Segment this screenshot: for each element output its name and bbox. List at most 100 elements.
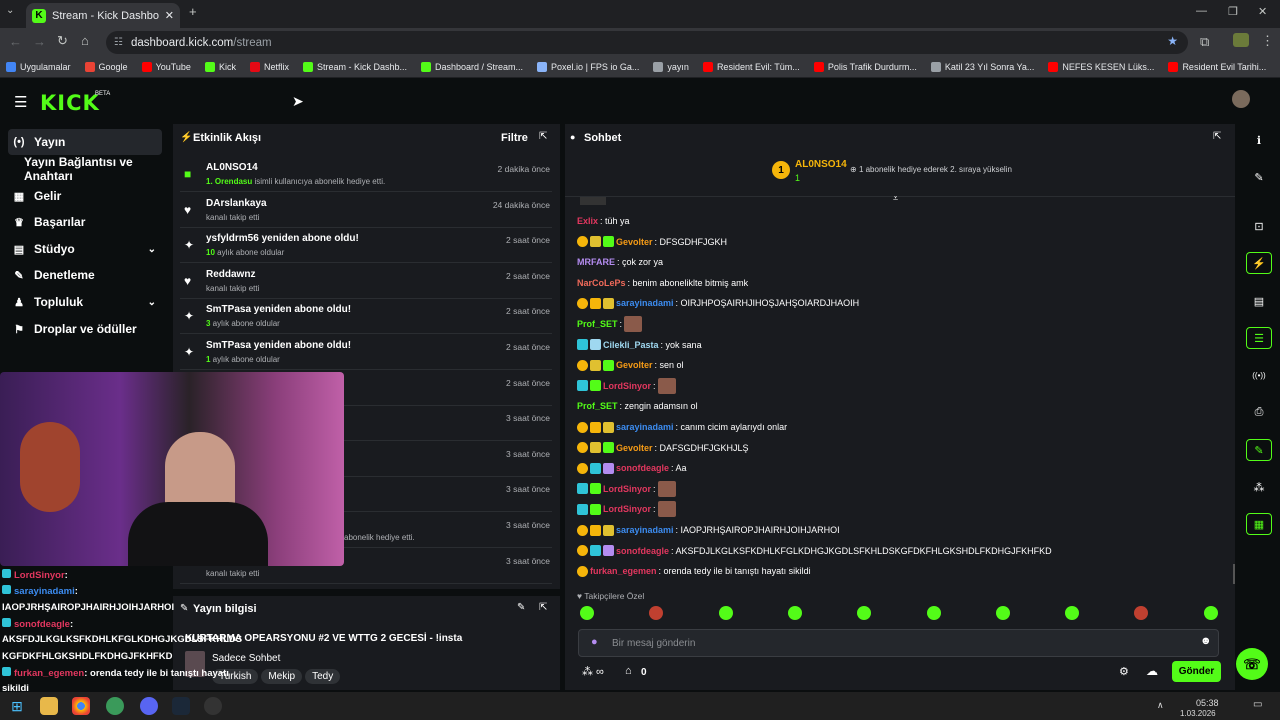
sidebar-item[interactable]: ▦ Gelir — [8, 183, 162, 209]
chat-username[interactable]: sarayinadami — [616, 525, 674, 535]
bookmark-item[interactable]: NEFES KESEN Lüks... — [1048, 61, 1154, 72]
chat-username[interactable]: Exlix — [577, 216, 598, 226]
bookmark-item[interactable]: Dashboard / Stream... — [421, 61, 523, 72]
chevron-down-icon[interactable]: ⌄ — [148, 244, 156, 255]
sidebar-item[interactable]: ♛ Başarılar — [8, 209, 162, 235]
chat-username[interactable]: sonofdeagle — [616, 463, 669, 473]
obs-icon[interactable] — [204, 697, 222, 715]
sidebar-item[interactable]: (•) Yayın — [8, 129, 162, 155]
bookmark-item[interactable]: Resident Evil Tarihi... — [1168, 61, 1266, 72]
forward-icon[interactable]: → — [33, 34, 46, 49]
windows-start-icon[interactable]: ⊞ — [8, 697, 26, 715]
emote-button[interactable] — [1203, 606, 1218, 620]
chat-username[interactable]: Cilekli_Pasta — [603, 340, 659, 350]
emote-button[interactable] — [580, 606, 594, 620]
bookmark-item[interactable]: Resident Evil: Tüm... — [702, 61, 800, 72]
emote-button[interactable] — [718, 606, 733, 620]
chrome-icon[interactable] — [72, 697, 90, 715]
new-tab-icon[interactable]: + — [189, 4, 197, 19]
bookmark-item[interactable]: Google — [84, 61, 128, 72]
bookmark-item[interactable]: Katil 23 Yıl Sonra Ya... — [930, 61, 1034, 72]
chat-icon[interactable]: ☰ — [1246, 327, 1272, 349]
close-tab-icon[interactable]: ✕ — [165, 9, 174, 22]
bookmark-item[interactable]: Polis Trafik Durdurm... — [813, 61, 917, 72]
chat-username[interactable]: NarCoLePs — [577, 278, 626, 288]
emoji-icon[interactable]: ☻ — [1200, 635, 1212, 647]
broadcast-icon[interactable]: ((•)) — [1246, 364, 1272, 386]
clapper-icon[interactable]: ▦ — [1246, 513, 1272, 535]
file-explorer-icon[interactable] — [40, 697, 58, 715]
gift-box-icon[interactable]: ⌂ — [625, 665, 632, 677]
tab-search-icon[interactable]: ⌄ — [6, 5, 14, 16]
document-icon[interactable]: ▤ — [1246, 290, 1272, 312]
edit-icon[interactable]: ✎ — [517, 602, 525, 613]
url-field[interactable]: ☷ dashboard.kick.com/stream ★ — [106, 31, 1188, 54]
restore-icon[interactable]: ❐ — [1228, 5, 1238, 18]
chat-username[interactable]: Prof_SET — [577, 319, 618, 329]
sidebar-item[interactable]: ✎ Denetleme — [8, 262, 162, 288]
support-chat-icon[interactable]: ☏ — [1236, 648, 1268, 680]
notification-icon[interactable]: ▭ — [1253, 699, 1262, 710]
extensions-icon[interactable]: ⧉ — [1200, 34, 1209, 50]
tray-chevron-icon[interactable]: ∧ — [1157, 700, 1164, 711]
printer-icon[interactable]: ⎙ — [1246, 401, 1272, 423]
pen-icon[interactable]: ✎ — [1246, 166, 1272, 188]
back-icon[interactable]: ← — [9, 34, 22, 49]
chat-scrollbar[interactable] — [1233, 564, 1235, 584]
emote-button[interactable] — [995, 606, 1010, 620]
emote-button[interactable] — [787, 606, 802, 620]
stream-info-popout-icon[interactable]: ⇱ — [539, 602, 547, 613]
site-info-icon[interactable]: ☷ — [114, 37, 123, 48]
steam-icon[interactable] — [172, 697, 190, 715]
bookmark-item[interactable]: Poxel.io | FPS io Ga... — [537, 61, 639, 72]
popout-icon[interactable]: ⇱ — [539, 131, 547, 142]
sidebar-item[interactable]: ▤ Stüdyo ⌄ — [8, 236, 162, 262]
chat-username[interactable]: Gevolter — [616, 237, 653, 247]
bolt-icon[interactable]: ⚡ — [1246, 252, 1272, 274]
avatar[interactable] — [1232, 90, 1250, 108]
bookmark-item[interactable]: Uygulamalar — [6, 61, 71, 72]
chat-popout-icon[interactable]: ⇱ — [1213, 131, 1221, 142]
info-icon[interactable]: ℹ — [1246, 129, 1272, 151]
chat-username[interactable]: Gevolter — [616, 360, 653, 370]
chat-username[interactable]: LordSinyor — [603, 484, 651, 494]
settings-gear-icon[interactable]: ⚙ — [1119, 665, 1129, 678]
wrench-icon[interactable]: ✎ — [1246, 439, 1272, 461]
chat-username[interactable]: sonofdeagle — [616, 546, 669, 556]
send-button[interactable]: Gönder — [1172, 661, 1221, 682]
chat-username[interactable]: LordSinyor — [603, 504, 651, 514]
bookmark-item[interactable]: Stream - Kick Dashb... — [302, 61, 407, 72]
bookmark-item[interactable]: YouTube — [141, 61, 191, 72]
chat-username[interactable]: Gevolter — [616, 443, 653, 453]
discord-icon[interactable] — [140, 697, 158, 715]
fullscreen-icon[interactable]: ⊡ — [1246, 215, 1272, 237]
sidebar-item[interactable]: Yayın Bağlantısı ve Anahtarı — [8, 155, 162, 183]
home-icon[interactable]: ⌂ — [81, 33, 89, 48]
sidebar-item[interactable]: ♟ Topluluk ⌄ — [8, 289, 162, 315]
minimize-icon[interactable]: — — [1196, 5, 1207, 17]
chat-username[interactable]: LordSinyor — [603, 381, 651, 391]
chat-username[interactable]: MRFARE — [577, 257, 615, 267]
bookmark-item[interactable]: Kick — [204, 61, 236, 72]
chevron-down-icon[interactable]: ⌄ — [148, 297, 156, 308]
close-window-icon[interactable]: ✕ — [1258, 5, 1267, 18]
reload-icon[interactable]: ↻ — [57, 33, 68, 49]
profile-icon[interactable] — [1233, 33, 1249, 47]
menu-icon[interactable]: ⋮ — [1261, 33, 1274, 49]
sidebar-item[interactable]: ⚑ Droplar ve ödüller — [8, 316, 162, 342]
chat-input[interactable]: ● Bir mesaj gönderin ☻ — [578, 629, 1219, 657]
chat-username[interactable]: furkan_egemen — [590, 566, 657, 576]
bookmark-item[interactable]: yayın — [653, 61, 689, 72]
hamburger-menu-icon[interactable]: ☰ — [14, 93, 27, 111]
bookmark-star-icon[interactable]: ★ — [1167, 34, 1178, 48]
browser-tab[interactable]: K Stream - Kick Dashboard ✕ — [26, 3, 180, 28]
chat-username[interactable]: sarayinadami — [616, 298, 674, 308]
mic-icon[interactable]: ● — [591, 636, 598, 648]
chat-username[interactable]: Prof_SET — [577, 401, 618, 411]
kick-logo[interactable]: KICK — [40, 91, 100, 115]
filter-button[interactable]: Filtre — [501, 132, 528, 144]
chat-username[interactable]: sarayinadami — [616, 422, 674, 432]
emote-button[interactable] — [926, 606, 941, 620]
chat-settings-menu-icon[interactable]: ⁂ — [582, 665, 593, 678]
share-icon[interactable]: ⁂ — [1246, 476, 1272, 498]
